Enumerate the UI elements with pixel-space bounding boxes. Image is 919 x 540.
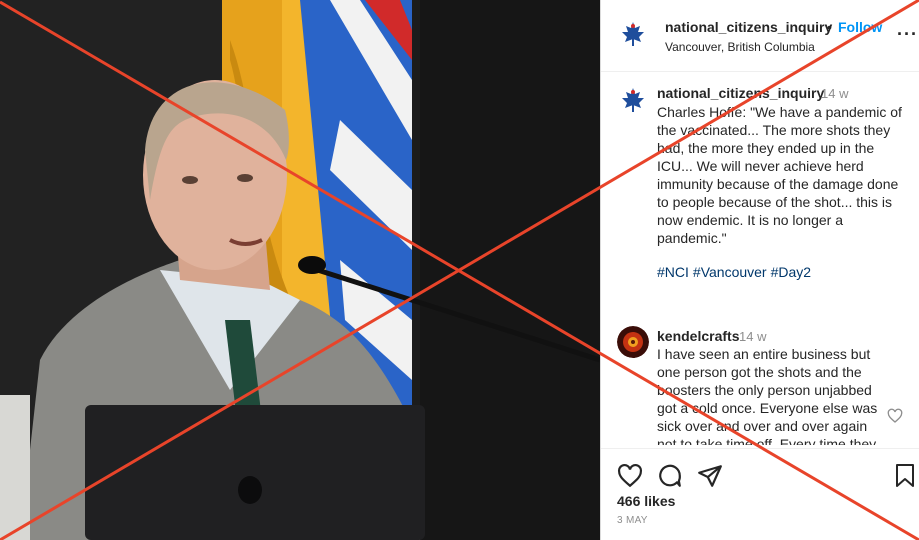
speaker-photo-illustration (0, 0, 600, 540)
commenter-avatar[interactable] (617, 326, 649, 358)
post-date[interactable]: 3 MAY (617, 515, 648, 526)
heart-icon (887, 408, 903, 423)
caption-text: Charles Hoffe: "We have a pandemic of th… (657, 104, 906, 246)
hashtag-list: #NCI #Vancouver #Day2 (657, 264, 815, 280)
caption-username[interactable]: national_citizens_inquiry (657, 85, 824, 101)
maple-leaf-logo-icon (617, 18, 649, 50)
share-button[interactable] (697, 463, 723, 494)
maple-leaf-logo-icon (617, 84, 649, 116)
comment-time[interactable]: 14 w (739, 329, 766, 344)
like-button[interactable] (617, 463, 643, 494)
comment-icon (659, 464, 681, 487)
save-button[interactable] (895, 463, 915, 494)
location-link[interactable]: Vancouver, British Columbia (665, 40, 815, 54)
hashtag-link[interactable]: #Day2 (771, 264, 811, 280)
bookmark-icon (896, 464, 914, 487)
hashtag-link[interactable]: #Vancouver (693, 264, 767, 280)
caption-avatar[interactable] (617, 84, 649, 116)
like-comment-button[interactable] (887, 408, 903, 429)
separator-dot: • (827, 19, 832, 35)
post-photo[interactable] (0, 0, 600, 540)
share-icon (698, 465, 722, 487)
account-avatar[interactable] (617, 18, 649, 50)
follow-button[interactable]: Follow (838, 19, 882, 35)
header-username[interactable]: national_citizens_inquiry (665, 19, 832, 35)
heart-icon (618, 463, 642, 488)
comment-button[interactable] (657, 463, 683, 494)
flower-avatar-icon (617, 326, 649, 358)
likes-count[interactable]: 466 likes (617, 493, 675, 509)
commenter-username[interactable]: kendelcrafts (657, 328, 739, 344)
hashtag-link[interactable]: #NCI (657, 264, 689, 280)
more-options-icon[interactable]: ··· (897, 24, 918, 45)
comment-text: I have seen an entire business but one p… (657, 346, 878, 445)
post-side-panel: national_citizens_inquiry • Follow Vanco… (600, 0, 919, 540)
caption-time[interactable]: 14 w (821, 86, 848, 101)
post-header: national_citizens_inquiry • Follow Vanco… (601, 0, 919, 72)
